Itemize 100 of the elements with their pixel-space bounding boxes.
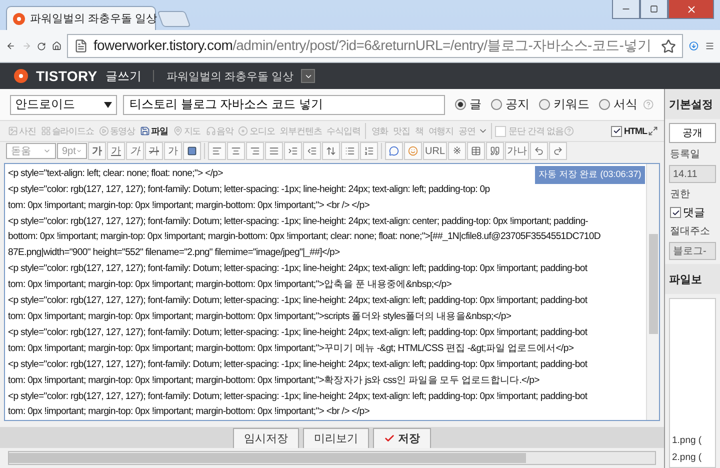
format-tool-button[interactable]: [208, 142, 226, 160]
minimize-button[interactable]: [612, 0, 640, 19]
format-button[interactable]: 가: [88, 142, 106, 160]
post-type-radio[interactable]: 글: [455, 96, 482, 114]
scrollbar-thumb[interactable]: [648, 234, 658, 334]
emoticon-button[interactable]: [404, 142, 422, 160]
undo-icon[interactable]: [534, 146, 544, 156]
caret-icon[interactable]: [104, 102, 112, 108]
code-line: <p style="color: rgb(127, 127, 127); font-family: Dotum; letter-spacing: -1px; line-height: 24px; text-align: left; padding-top: 0px !important; padding-bot: [8, 294, 588, 308]
code-line: tom: 0px !important; margin-top: 0px !important; margin-bottom: 0px !important;">scripts 폴더와 styles폴더의 내용을&nbsp;</p>: [8, 310, 512, 324]
favicon-icon: [13, 12, 25, 24]
expand-icon[interactable]: [648, 126, 658, 136]
redo-button[interactable]: [549, 142, 568, 160]
color-swatch-icon[interactable]: [187, 146, 197, 156]
maximize-button[interactable]: [640, 0, 668, 19]
ruby-button[interactable]: 가나: [505, 142, 530, 160]
post-type-radio[interactable]: 서식: [599, 96, 638, 114]
tistory-logo-icon: [14, 69, 28, 83]
post-type-radio[interactable]: 공지: [491, 96, 530, 114]
scrollbar-thumb[interactable]: [9, 452, 526, 463]
quote-button[interactable]: [486, 142, 504, 160]
outdent-icon[interactable]: [307, 146, 317, 156]
autosave-toast: 자동 저장 완료 (03:06:37): [535, 166, 645, 184]
address-field[interactable]: fowerworker.tistory.com/admin/entry/post/?id=6&returnURL=/entry/블로그-자바소스-코드-넣기: [67, 34, 683, 58]
format-tool-button[interactable]: [246, 142, 264, 160]
blog-name[interactable]: 파워일벌의 좌충우돌 일상: [166, 68, 294, 84]
undo-button[interactable]: [530, 142, 548, 160]
indent-icon[interactable]: [288, 146, 298, 156]
format-button[interactable]: 가: [126, 142, 144, 160]
quote-icon[interactable]: [490, 146, 500, 156]
table-icon[interactable]: [471, 146, 482, 156]
section-title: 글쓰기: [105, 68, 142, 84]
format-tool-button[interactable]: [265, 142, 283, 160]
list-icon[interactable]: [345, 146, 355, 156]
action-tab[interactable]: 임시저장: [233, 428, 299, 448]
format-tool-button[interactable]: [341, 142, 359, 160]
checkmark-icon: [384, 432, 395, 444]
bookmark-star-icon[interactable]: [660, 38, 676, 54]
font-select[interactable]: 돋움: [6, 143, 56, 160]
close-icon[interactable]: [686, 4, 696, 14]
code-line: tom: 0px !important; margin-top: 0px !important; margin-bottom: 0px !important;">확장자가 js와 css인 파일을 모두 업로드합니다.</p>: [8, 374, 540, 388]
code-line: <p style="color: rgb(127, 127, 127); font-family: Dotum; letter-spacing: -1px; line-height: 24px; text-align: center; padding-top: 0px !important; padding-: [8, 214, 588, 229]
code-line: tom: 0px !important; margin-top: 0px !important; margin-bottom: 0px !important;">꾸미기 메뉴 -&gt; HTML/CSS 편집 -&gt;파일 업로드에서</p>: [8, 342, 574, 356]
align-justify-icon[interactable]: [269, 146, 279, 156]
format-tool-button[interactable]: [360, 142, 378, 160]
browser-tab[interactable]: 파워일벌의 좌충우돌 일상: [6, 6, 156, 30]
code-line: tom: 0px !important; margin-top: 0px !important; margin-bottom: 0px !important;"> <br /> </p>: [8, 198, 370, 213]
code-line: tom: 0px !important; margin-top: 0px !important; margin-bottom: 0px !important;"> <br /> </p>: [8, 405, 370, 420]
page-icon: [74, 39, 88, 53]
format-button[interactable]: 가: [145, 142, 163, 160]
align-right-icon[interactable]: [250, 146, 260, 156]
format-button[interactable]: 가: [107, 142, 125, 160]
address-label: 절대주소: [669, 225, 711, 238]
redo-icon[interactable]: [553, 146, 564, 156]
option-checkbox[interactable]: HTML: [611, 126, 647, 137]
post-type-radio[interactable]: 키워드: [539, 96, 590, 114]
file-item[interactable]: 2.png (: [672, 452, 713, 463]
code-line: <p style="color: rgb(127, 127, 127); font-family: Dotum; letter-spacing: -1px; line-height: 24px; text-align: left; padding-top: 0p: [8, 182, 490, 197]
line-height-icon[interactable]: [326, 146, 336, 156]
category-select[interactable]: 안드로이드: [10, 94, 118, 115]
media-tool-button[interactable]: 파일: [138, 124, 170, 138]
files-header: 파일보: [665, 264, 720, 294]
address-field[interactable]: 블로그-: [669, 242, 716, 260]
permission-label: 권한: [669, 188, 691, 201]
checkmark-icon: [612, 127, 620, 136]
settings-header: 기본설정: [665, 89, 720, 119]
speech-bubble-icon[interactable]: [389, 146, 399, 156]
format-tool-button[interactable]: [322, 142, 340, 160]
numbered-list-icon[interactable]: [364, 146, 374, 156]
maximize-icon[interactable]: [650, 5, 658, 13]
code-line: tom: 0px !important; margin-top: 0px !important; margin-bottom: 0px !important;">압축을 푼 내용중에&nbsp;</p>: [8, 278, 452, 292]
link-button[interactable]: URL: [423, 142, 448, 160]
format-button[interactable]: 가: [164, 142, 182, 160]
tistory-logo[interactable]: TISTORY: [36, 68, 98, 84]
code-line: <p style="text-align: left; clear: none; float: none;"> </p>: [8, 166, 223, 181]
title-input[interactable]: 티스토리 블로그 자바소스 코드 넣기: [123, 94, 446, 115]
date-label: 등록일: [669, 148, 701, 161]
speech-bubble-button[interactable]: [385, 142, 403, 160]
special-char-button[interactable]: ※: [448, 142, 466, 160]
color-button[interactable]: [183, 142, 201, 160]
format-tool-button[interactable]: [227, 142, 245, 160]
code-line: bottom: 0px !important; margin-top: 0px !important; margin-bottom: 0px !important; clear: none; float: none;">[##_1N|cfile8.uf@23705F3554551DC710D: [8, 230, 600, 244]
visibility-button[interactable]: 공개: [669, 123, 716, 143]
file-item[interactable]: 1.png (: [672, 435, 713, 446]
align-left-icon[interactable]: [212, 146, 222, 156]
code-line: 87E.png|width="900" height="552" filename="2.png" filemime="image/jpeg"|_##]</p>: [8, 246, 340, 260]
code-line: <p style="color: rgb(127, 127, 127); font-family: Dotum; letter-spacing: -1px; line-height: 24px; text-align: left; padding-top: 0px !important; padding-bot: [8, 262, 588, 276]
align-center-icon[interactable]: [231, 146, 241, 156]
code-line: <p style="color: rgb(127, 127, 127); font-family: Dotum; letter-spacing: -1px; line-height: 24px; text-align: left; padding-top: 0px !important; padding-bot: [8, 326, 588, 340]
comment-checkbox[interactable]: 댓글: [665, 205, 720, 220]
code-line: <p style="color: rgb(127, 127, 127); font-family: Dotum; letter-spacing: -1px; line-height: 24px; text-align: left; padding-top: 0px !important; padding-bot: [8, 390, 588, 404]
size-select[interactable]: 9pt: [57, 143, 87, 160]
action-tab[interactable]: 미리보기: [303, 428, 369, 448]
smiley-icon[interactable]: [408, 146, 418, 156]
format-tool-button[interactable]: [284, 142, 302, 160]
date-field[interactable]: 14.11: [669, 165, 716, 183]
dropdown-button[interactable]: [301, 69, 316, 83]
table-button[interactable]: [467, 142, 486, 160]
save-button[interactable]: 저장: [373, 428, 431, 448]
format-tool-button[interactable]: [303, 142, 321, 160]
